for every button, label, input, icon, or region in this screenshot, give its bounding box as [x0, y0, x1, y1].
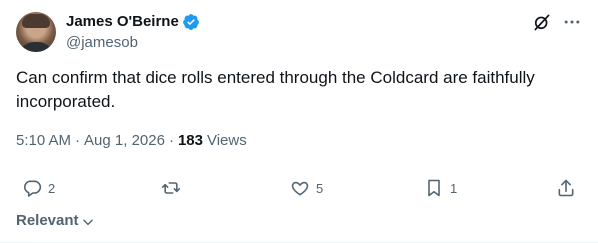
- tweet-text: Can confirm that dice rolls entered thro…: [16, 68, 535, 111]
- bookmark-button[interactable]: 1: [424, 178, 457, 198]
- tweet-date[interactable]: Aug 1, 2026: [84, 131, 165, 151]
- chevron-down-icon: [82, 219, 93, 225]
- more-icon[interactable]: [562, 12, 582, 32]
- top-actions: [532, 12, 582, 32]
- share-button[interactable]: [556, 178, 576, 198]
- sort-label: Relevant: [16, 212, 79, 229]
- meta-separator: ·: [75, 132, 81, 149]
- like-icon: [291, 181, 309, 196]
- reply-icon: [23, 180, 42, 197]
- like-button[interactable]: 5: [290, 178, 323, 198]
- share-icon: [558, 179, 574, 197]
- avatar[interactable]: [16, 12, 56, 52]
- author-handle[interactable]: @jamesob: [66, 34, 138, 52]
- views-label: Views: [206, 132, 247, 149]
- grok-icon[interactable]: [532, 12, 552, 32]
- author-name-row: James O'Beirne: [66, 12, 200, 32]
- meta-separator: ·: [168, 132, 174, 149]
- avatar-shoulders: [18, 42, 54, 52]
- bookmark-count: 1: [450, 180, 458, 196]
- sort-replies-dropdown[interactable]: Relevant: [16, 212, 95, 229]
- views-count: 183: [177, 132, 203, 149]
- bookmark-icon: [428, 179, 440, 197]
- author-name[interactable]: James O'Beirne: [66, 12, 179, 32]
- reply-count: 2: [48, 180, 56, 196]
- reply-button[interactable]: 2: [22, 178, 55, 198]
- verified-badge-icon[interactable]: [182, 13, 200, 31]
- repost-icon: [161, 182, 181, 194]
- action-bar: 2 5 1: [16, 178, 582, 200]
- repost-button[interactable]: [161, 178, 187, 198]
- like-count: 5: [316, 180, 324, 196]
- avatar-hair: [22, 14, 50, 28]
- tweet-meta: 5:10 AM · Aug 1, 2026 · 183 Views: [16, 131, 247, 151]
- tweet-time[interactable]: 5:10 AM: [16, 131, 71, 151]
